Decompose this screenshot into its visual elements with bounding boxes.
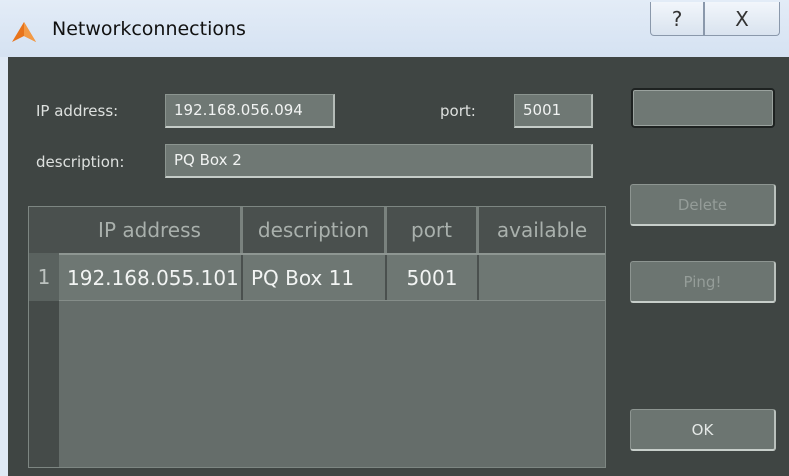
column-header-ip-address[interactable]: IP address (59, 207, 243, 253)
table-header: IP address description port available (59, 207, 605, 253)
description-input[interactable]: PQ Box 2 (165, 144, 593, 178)
close-button[interactable]: X (704, 2, 780, 36)
dialog-body: IP address: 192.168.056.094 port: 5001 d… (8, 57, 789, 476)
help-icon: ? (671, 6, 683, 31)
cell-port[interactable]: 5001 (387, 255, 479, 300)
ip-address-label: IP address: (36, 102, 119, 120)
table-corner (29, 207, 59, 253)
ok-button[interactable]: OK (630, 409, 776, 451)
connections-table: IP address description port available 1 … (28, 206, 606, 468)
row-header[interactable]: 1 (29, 253, 59, 301)
ip-address-input[interactable]: 192.168.056.094 (165, 94, 335, 128)
column-header-port[interactable]: port (387, 207, 479, 253)
app-logo-icon (12, 22, 36, 42)
column-header-available[interactable]: available (479, 207, 605, 253)
cell-ip-address[interactable]: 192.168.055.101 (59, 255, 243, 300)
port-input[interactable]: 5001 (514, 94, 593, 128)
ping-button[interactable]: Ping! (630, 261, 776, 303)
description-label: description: (36, 153, 125, 171)
column-header-description[interactable]: description (243, 207, 387, 253)
close-icon: X (735, 6, 749, 31)
delete-button[interactable]: Delete (630, 184, 776, 226)
port-label: port: (440, 102, 476, 120)
window-title: Networkconnections (52, 18, 246, 40)
table-row[interactable]: 192.168.055.101 PQ Box 11 5001 (59, 253, 605, 301)
help-button[interactable]: ? (650, 2, 704, 36)
title-bar: Networkconnections ? X (0, 0, 789, 57)
add-button[interactable] (631, 88, 775, 128)
cell-available[interactable] (479, 255, 605, 300)
cell-description[interactable]: PQ Box 11 (243, 255, 387, 300)
row-header-empty (29, 301, 59, 467)
